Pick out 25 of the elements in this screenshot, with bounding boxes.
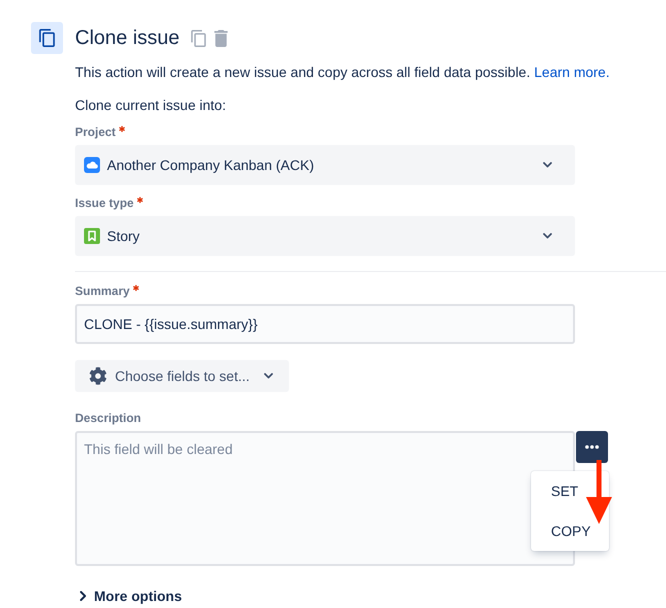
issue-type-select[interactable]: Story (75, 216, 575, 256)
choose-fields-button[interactable]: Choose fields to set... (75, 360, 289, 392)
chevron-down-icon (543, 233, 552, 239)
bookmark-icon (84, 228, 100, 244)
cloud-icon (84, 157, 100, 173)
clone-icon (31, 22, 63, 54)
more-actions-button[interactable] (576, 431, 608, 463)
copy-icon[interactable] (190, 30, 206, 46)
project-select[interactable]: Another Company Kanban (ACK) (75, 145, 575, 185)
chevron-down-icon (264, 373, 273, 379)
settings-icon (89, 367, 107, 385)
ellipsis-icon (585, 445, 599, 449)
summary-field[interactable]: CLONE - {{issue.summary}} (75, 304, 575, 344)
issue-type-label: Issue type (75, 195, 134, 211)
learn-more-link[interactable]: Learn more. (534, 64, 610, 80)
description-label: Description (75, 410, 142, 426)
project-label: Project (75, 124, 116, 140)
chevron-down-icon (543, 162, 552, 168)
pointer-arrow (586, 460, 612, 524)
intro-text: This action will create a new issue and copy across all field data possible. Learn more. (75, 63, 611, 82)
summary-label: Summary (75, 283, 130, 299)
page-title: Clone issue (75, 26, 180, 50)
delete-icon[interactable] (214, 30, 228, 46)
clone-into-text: Clone current issue into: (75, 96, 227, 115)
more-options-button[interactable]: More options (75, 587, 182, 605)
